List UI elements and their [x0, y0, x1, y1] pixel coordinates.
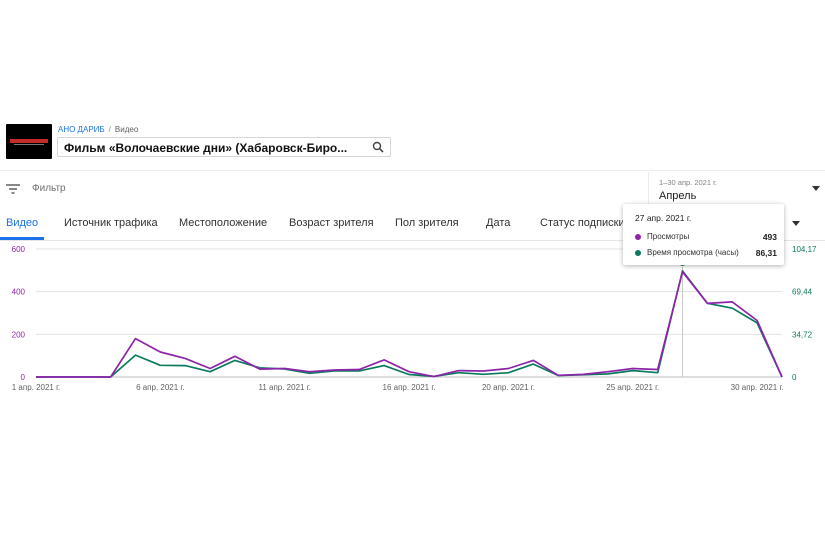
chart-tooltip: 27 апр. 2021 г. Просмотры 493 Время прос… — [623, 204, 784, 265]
tooltip-row-watch-time: Время просмотра (часы) 86,31 — [635, 248, 777, 260]
x-tick-label: 25 апр. 2021 г. — [606, 383, 659, 392]
tab-viewer-age[interactable]: Возраст зрителя — [289, 217, 374, 229]
y-left-tick-label: 600 — [12, 245, 26, 254]
y-right-tick-label: 34,72 — [792, 330, 813, 339]
x-tick-label: 16 апр. 2021 г. — [383, 383, 436, 392]
period-name: Апрель — [659, 190, 697, 202]
x-tick-label: 11 апр. 2021 г. — [258, 383, 310, 392]
search-icon[interactable] — [372, 141, 384, 153]
chevron-down-icon[interactable] — [812, 186, 820, 191]
video-thumbnail[interactable] — [6, 124, 52, 159]
tooltip-value: 493 — [762, 232, 777, 242]
breadcrumb: АНО ДАРИБ / Видео — [58, 125, 138, 134]
tooltip-label: Просмотры — [647, 232, 690, 241]
tabs-more-chevron-icon[interactable] — [792, 221, 800, 226]
tooltip-date: 27 апр. 2021 г. — [635, 213, 692, 223]
tooltip-value: 86,31 — [755, 248, 777, 258]
x-tick-label: 20 апр. 2021 г. — [482, 383, 535, 392]
video-search-value[interactable]: Фильм «Волочаевские дни» (Хабаровск-Биро… — [64, 141, 366, 155]
tab-video[interactable]: Видео — [6, 217, 38, 229]
x-tick-label: 1 апр. 2021 г. — [12, 383, 61, 392]
breadcrumb-channel-link[interactable]: АНО ДАРИБ — [58, 125, 105, 134]
y-right-tick-label: 69,44 — [792, 288, 813, 297]
tab-date[interactable]: Дата — [486, 217, 510, 229]
breadcrumb-section: Видео — [114, 125, 139, 134]
tooltip-row-views: Просмотры 493 — [635, 232, 777, 244]
period-selector[interactable]: 1–30 апр. 2021 г. Апрель — [648, 172, 825, 206]
y-left-tick-label: 200 — [12, 330, 26, 339]
y-left-tick-label: 400 — [12, 288, 26, 297]
thumbnail-title-band — [10, 139, 48, 143]
x-tick-label: 6 апр. 2021 г. — [136, 383, 185, 392]
breadcrumb-separator: / — [108, 125, 111, 134]
video-search-field[interactable]: Фильм «Волочаевские дни» (Хабаровск-Биро… — [57, 137, 391, 157]
tab-subscription-status[interactable]: Статус подписки — [540, 217, 625, 229]
period-range: 1–30 апр. 2021 г. — [659, 178, 718, 187]
filter-icon[interactable] — [6, 184, 20, 194]
y-right-tick-label: 0 — [792, 373, 797, 382]
x-tick-label: 30 апр. 2021 г. — [731, 383, 784, 392]
thumbnail-subtitle-band — [14, 144, 44, 145]
views-legend-dot — [635, 234, 641, 240]
tab-viewer-gender[interactable]: Пол зрителя — [395, 217, 459, 229]
watch-time-legend-dot — [635, 250, 641, 256]
tab-geography[interactable]: Местоположение — [179, 217, 267, 229]
y-left-tick-label: 0 — [21, 373, 26, 382]
y-right-tick-label: 104,17 — [792, 245, 817, 254]
filter-input[interactable]: Фильтр — [32, 183, 66, 194]
tooltip-label: Время просмотра (часы) — [647, 248, 739, 257]
tab-traffic-source[interactable]: Источник трафика — [64, 217, 158, 229]
